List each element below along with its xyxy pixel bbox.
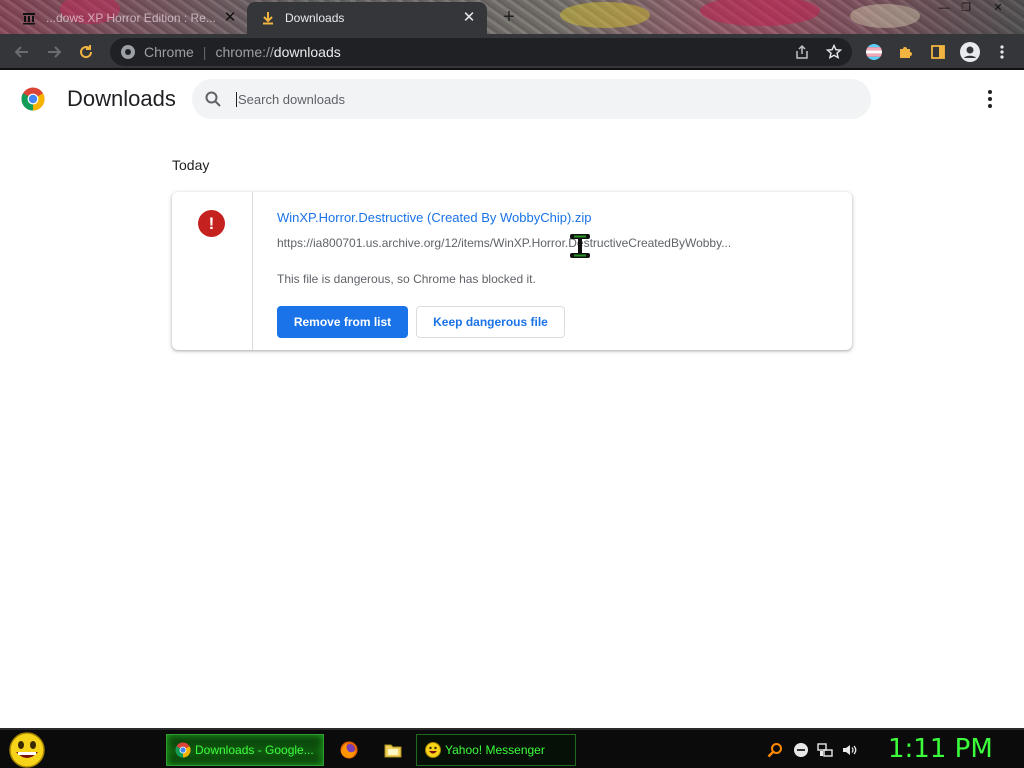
reload-icon	[80, 45, 93, 59]
remove-from-list-button[interactable]: Remove from list	[277, 306, 408, 338]
more-actions-button[interactable]	[980, 88, 1000, 110]
file-name-link[interactable]: WinXP.Horror.Destructive (Created By Wob…	[277, 210, 592, 225]
tab-title: Downloads	[285, 11, 345, 25]
vertical-dots-icon	[1000, 45, 1004, 59]
dot	[988, 90, 992, 94]
date-header: Today	[172, 157, 210, 173]
avatar-icon	[960, 42, 980, 62]
clock[interactable]: 1:11 PM	[888, 734, 993, 764]
taskbar: Downloads - Google... Yahoo! Messenger 1…	[0, 728, 1024, 768]
taskbar-item-yahoo-messenger[interactable]: Yahoo! Messenger	[416, 734, 576, 766]
new-tab-button[interactable]: +	[498, 6, 520, 28]
profile-button[interactable]	[958, 40, 982, 64]
text-cursor-icon	[570, 234, 590, 258]
search-input[interactable]	[236, 91, 836, 107]
share-icon	[796, 44, 808, 59]
close-icon[interactable]: ✕	[461, 10, 477, 26]
tab-title: ...dows XP Horror Edition : Re...	[46, 11, 216, 25]
site-label: Chrome	[144, 44, 194, 60]
tab-downloads[interactable]: Downloads ✕	[247, 2, 487, 34]
restore-icon[interactable]: ❐	[952, 0, 980, 16]
archive-icon	[22, 11, 36, 25]
search-box[interactable]	[192, 79, 871, 119]
task-label: Yahoo! Messenger	[445, 743, 545, 757]
divider: |	[202, 44, 207, 60]
search-icon[interactable]	[767, 742, 783, 758]
task-label: Downloads - Google...	[195, 743, 314, 757]
flag-avatar-icon	[866, 44, 882, 60]
forward-button[interactable]	[42, 40, 66, 64]
smiley-icon	[425, 742, 441, 758]
download-icon-column: !	[172, 192, 253, 350]
folder-icon[interactable]	[383, 740, 403, 760]
forward-arrow-icon	[48, 46, 62, 58]
url-scheme: chrome://	[215, 44, 274, 60]
side-panel-button[interactable]	[926, 40, 950, 64]
background-splatter	[560, 2, 650, 28]
background-splatter	[850, 4, 920, 28]
browser-menu-button[interactable]	[990, 40, 1014, 64]
page-title: Downloads	[67, 86, 176, 111]
extensions-button[interactable]	[894, 40, 918, 64]
download-icon	[261, 11, 275, 25]
close-icon[interactable]: ✕	[222, 10, 238, 26]
dot	[988, 104, 992, 108]
danger-warning-icon: !	[198, 210, 225, 237]
chrome-icon	[175, 742, 191, 758]
tab-strip: ...dows XP Horror Edition : Re... ✕ Down…	[0, 0, 1024, 34]
tab-archive[interactable]: ...dows XP Horror Edition : Re... ✕	[8, 2, 248, 34]
browser-toolbar: Chrome | chrome://downloads	[0, 34, 1024, 70]
source-url: https://ia800701.us.archive.org/12/items…	[277, 236, 732, 250]
share-button[interactable]	[790, 40, 814, 64]
messenger-icon[interactable]	[793, 742, 809, 758]
back-button[interactable]	[10, 40, 34, 64]
chrome-logo-icon	[21, 87, 45, 111]
volume-icon[interactable]	[841, 742, 857, 758]
puzzle-icon	[900, 47, 912, 58]
network-icon[interactable]	[817, 742, 833, 758]
keep-dangerous-file-button[interactable]: Keep dangerous file	[416, 306, 565, 338]
back-arrow-icon	[14, 46, 28, 58]
firefox-icon[interactable]	[339, 740, 359, 760]
chrome-icon	[121, 45, 135, 59]
start-button-smiley-icon[interactable]	[7, 731, 47, 768]
url-path: downloads	[273, 44, 341, 60]
background-splatter	[700, 0, 820, 26]
download-item: ! WinXP.Horror.Destructive (Created By W…	[172, 192, 852, 350]
download-status: This file is dangerous, so Chrome has bl…	[277, 272, 536, 286]
taskbar-item-chrome[interactable]: Downloads - Google...	[166, 734, 324, 766]
reload-button[interactable]	[74, 40, 98, 64]
close-window-icon[interactable]: ✕	[984, 0, 1012, 16]
profile-flag-button[interactable]	[862, 40, 886, 64]
side-panel-icon	[931, 45, 945, 59]
search-icon	[205, 91, 221, 107]
dot	[988, 97, 992, 101]
address-bar[interactable]: Chrome | chrome://downloads	[110, 38, 852, 66]
star-icon	[826, 44, 842, 59]
bookmark-button[interactable]	[822, 40, 846, 64]
